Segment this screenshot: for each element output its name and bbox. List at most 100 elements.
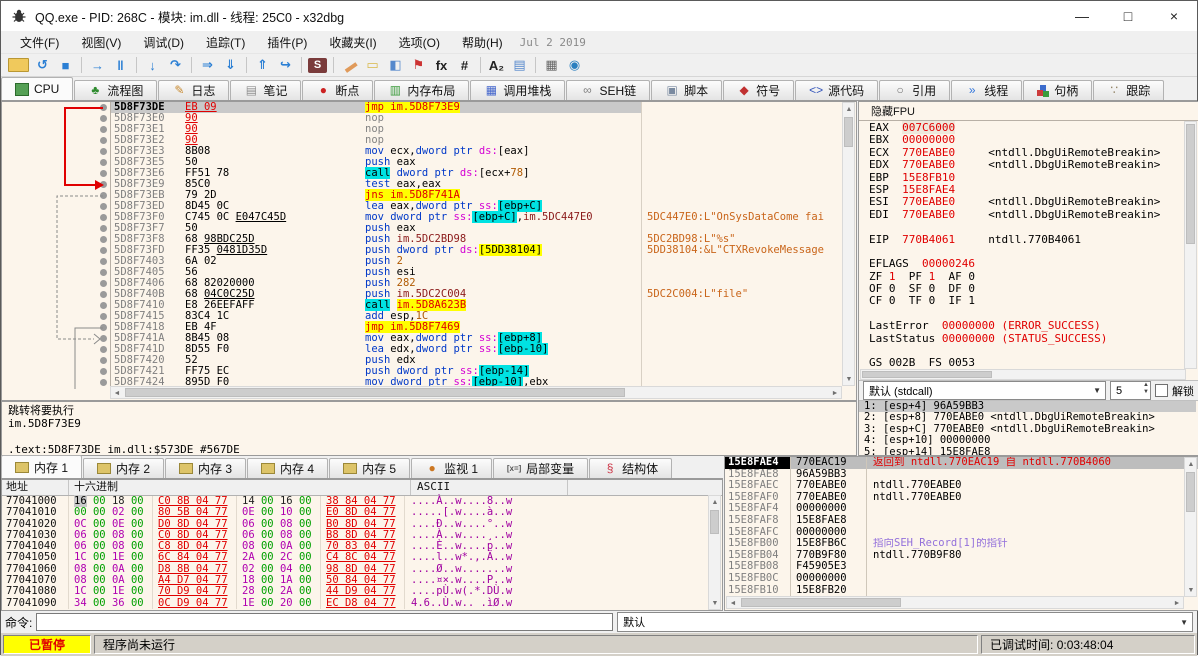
tab-cpu-CPU[interactable]: CPU bbox=[1, 77, 73, 100]
menu-item-7[interactable]: 帮助(H) bbox=[451, 32, 514, 53]
tab-seh-chain-SEH链[interactable]: ∞SEH链 bbox=[566, 80, 650, 100]
breakpoint-dot[interactable] bbox=[100, 335, 107, 342]
dump-row[interactable]: 7704109034 00 36 000C D9 04 771E 00 20 0… bbox=[2, 598, 722, 609]
breakpoint-dot[interactable] bbox=[100, 159, 107, 166]
breakpoint-dot[interactable] bbox=[100, 368, 107, 375]
bookmark-icon[interactable]: ⚑ bbox=[409, 56, 428, 74]
breakpoint-dot[interactable] bbox=[100, 126, 107, 133]
breakpoint-dot[interactable] bbox=[100, 181, 107, 188]
registers-pane[interactable]: 隐藏FPU EAX 007C6000EBX 00000000ECX 770EAB… bbox=[858, 101, 1198, 456]
breakpoint-dot[interactable] bbox=[100, 225, 107, 232]
menu-item-1[interactable]: 视图(V) bbox=[70, 32, 132, 53]
calling-convention-select[interactable]: 默认 (stdcall) ▼ bbox=[863, 381, 1106, 400]
tab-breakpoints-断点[interactable]: ●断点 bbox=[302, 80, 373, 100]
tab-handles-句柄[interactable]: 句柄 bbox=[1023, 80, 1092, 100]
animate-icon[interactable]: S bbox=[308, 58, 327, 73]
menu-item-6[interactable]: 选项(O) bbox=[388, 32, 451, 53]
run-to-user-code-icon[interactable]: ⇑ bbox=[253, 56, 272, 74]
close-button[interactable]: × bbox=[1151, 2, 1197, 31]
register-line[interactable]: GS 002B FS 0053 bbox=[859, 357, 1184, 369]
breakpoint-dot[interactable] bbox=[100, 247, 107, 254]
breakpoint-dot[interactable] bbox=[100, 269, 107, 276]
tab-dump-内存 4[interactable]: 内存 4 bbox=[247, 458, 328, 478]
tab-flowchart-流程图[interactable]: ♣流程图 bbox=[74, 80, 157, 100]
tab-watch-监视 1[interactable]: ●监视 1 bbox=[411, 458, 492, 478]
menu-item-3[interactable]: 追踪(T) bbox=[195, 32, 256, 53]
stack-row[interactable]: 15E8FB1015E8FB20 bbox=[725, 585, 1198, 597]
menu-item-2[interactable]: 调试(D) bbox=[132, 32, 195, 53]
breakpoint-dot[interactable] bbox=[100, 357, 107, 364]
tab-threads-线程[interactable]: »线程 bbox=[951, 80, 1022, 100]
breakpoint-dot[interactable] bbox=[100, 104, 107, 111]
stack-vscrollbar[interactable]: ▲ ▼ bbox=[1184, 457, 1197, 597]
dump-pane[interactable]: 地址 十六进制 ASCII 7704100016 00 18 00C0 8B 0… bbox=[1, 479, 723, 611]
tab-dump-内存 3[interactable]: 内存 3 bbox=[165, 458, 246, 478]
register-line[interactable]: EDI 770EABE0 <ntdll.DbgUiRemoteBreakin> bbox=[859, 209, 1184, 221]
tab-symbols-符号[interactable]: ◆符号 bbox=[723, 80, 794, 100]
breakpoint-dot[interactable] bbox=[100, 236, 107, 243]
breakpoint-dot[interactable] bbox=[100, 280, 107, 287]
tab-source-源代码[interactable]: <>源代码 bbox=[795, 80, 878, 100]
disassembly-pane[interactable]: 5D8F73DEEB 09jmp im.5D8F73E95D8F73E090no… bbox=[1, 101, 857, 401]
execute-till-return-icon[interactable]: ⇓ bbox=[221, 56, 240, 74]
strings-icon[interactable]: A₂ bbox=[487, 56, 506, 74]
calculator-icon[interactable]: ▦ bbox=[542, 56, 561, 74]
breakpoint-dot[interactable] bbox=[100, 258, 107, 265]
tab-memory-map-内存布局[interactable]: ▥内存布局 bbox=[374, 80, 469, 100]
patch-icon[interactable]: ▬ bbox=[337, 52, 363, 78]
pause-icon[interactable]: ‖ bbox=[111, 56, 130, 74]
register-line[interactable]: LastStatus 00000000 (STATUS_SUCCESS) bbox=[859, 333, 1184, 345]
label-icon[interactable]: ◧ bbox=[386, 56, 405, 74]
breakpoint-dot[interactable] bbox=[100, 115, 107, 122]
argument-line[interactable]: 4: [esp+10] 00000000 bbox=[859, 435, 1196, 446]
hide-fpu-button[interactable]: 隐藏FPU bbox=[859, 102, 1198, 121]
breakpoint-dot[interactable] bbox=[100, 302, 107, 309]
disassembly-hscrollbar[interactable]: ◄ ► bbox=[110, 386, 842, 399]
breakpoint-dot[interactable] bbox=[100, 170, 107, 177]
detach-icon[interactable]: ↪ bbox=[276, 56, 295, 74]
command-input[interactable] bbox=[36, 613, 613, 631]
spinner-arrows-icon[interactable]: ▲▼ bbox=[1143, 382, 1149, 396]
tab-dump-内存 1[interactable]: 内存 1 bbox=[1, 455, 82, 478]
menu-item-4[interactable]: 插件(P) bbox=[256, 32, 318, 53]
stack-hscrollbar[interactable]: ◄ ► bbox=[726, 596, 1184, 609]
run-icon[interactable]: → bbox=[88, 56, 107, 74]
breakpoint-dot[interactable] bbox=[100, 214, 107, 221]
arg-count-spinner[interactable]: 5 ▲▼ bbox=[1110, 381, 1151, 400]
step-over-icon[interactable]: ↷ bbox=[166, 56, 185, 74]
tab-locals-局部变量[interactable]: [x=]局部变量 bbox=[493, 458, 588, 478]
breakpoint-dot[interactable] bbox=[100, 313, 107, 320]
stack-pane[interactable]: 15E8FAE4770EAC19返回到 ntdll.770EAC19 自 ntd… bbox=[724, 456, 1198, 611]
tab-trace-跟踪[interactable]: ∵跟踪 bbox=[1093, 80, 1164, 100]
tab-notes-笔记[interactable]: ▤笔记 bbox=[230, 80, 301, 100]
disassembly-vscrollbar[interactable]: ▲ ▼ bbox=[842, 102, 855, 386]
trace-into-icon[interactable]: ⇒ bbox=[198, 56, 217, 74]
tab-references-引用[interactable]: ○引用 bbox=[879, 80, 950, 100]
tab-struct-结构体[interactable]: §结构体 bbox=[589, 458, 672, 478]
breakpoint-dot[interactable] bbox=[100, 137, 107, 144]
breakpoint-dot[interactable] bbox=[100, 324, 107, 331]
internet-icon[interactable]: ◉ bbox=[565, 56, 584, 74]
menu-item-0[interactable]: 文件(F) bbox=[9, 32, 70, 53]
dump-vscrollbar[interactable]: ▲ ▼ bbox=[708, 495, 721, 610]
maximize-button[interactable]: □ bbox=[1105, 2, 1151, 31]
menu-item-5[interactable]: 收藏夹(I) bbox=[318, 32, 387, 53]
breakpoint-dot[interactable] bbox=[100, 148, 107, 155]
comment-icon[interactable]: ▭ bbox=[363, 56, 382, 74]
hash-icon[interactable]: # bbox=[455, 56, 474, 74]
stack-row[interactable]: 15E8FB0015E8FB6C指向SEH_Record[1]的指针 bbox=[725, 538, 1198, 550]
tab-dump-内存 5[interactable]: 内存 5 bbox=[329, 458, 410, 478]
stack-row[interactable]: 15E8FAF815E8FAE8 bbox=[725, 515, 1198, 527]
open-file-icon[interactable] bbox=[8, 58, 29, 72]
register-line[interactable]: CF 0 TF 0 IF 1 bbox=[859, 295, 1184, 307]
minimize-button[interactable]: — bbox=[1059, 2, 1105, 31]
breakpoint-dot[interactable] bbox=[100, 346, 107, 353]
command-type-select[interactable]: 默认 ▼ bbox=[617, 612, 1193, 632]
step-into-icon[interactable]: ↓ bbox=[143, 56, 162, 74]
tab-dump-内存 2[interactable]: 内存 2 bbox=[83, 458, 164, 478]
modules-icon[interactable]: ▤ bbox=[510, 56, 529, 74]
argument-line[interactable]: 5: [esp+14] 15E8FAE8 bbox=[859, 447, 1196, 456]
stack-row[interactable]: 15E8FAE4770EAC19返回到 ntdll.770EAC19 自 ntd… bbox=[725, 457, 1198, 469]
stop-icon[interactable]: ■ bbox=[56, 56, 75, 74]
stack-row[interactable]: 15E8FB0C00000000 bbox=[725, 573, 1198, 585]
